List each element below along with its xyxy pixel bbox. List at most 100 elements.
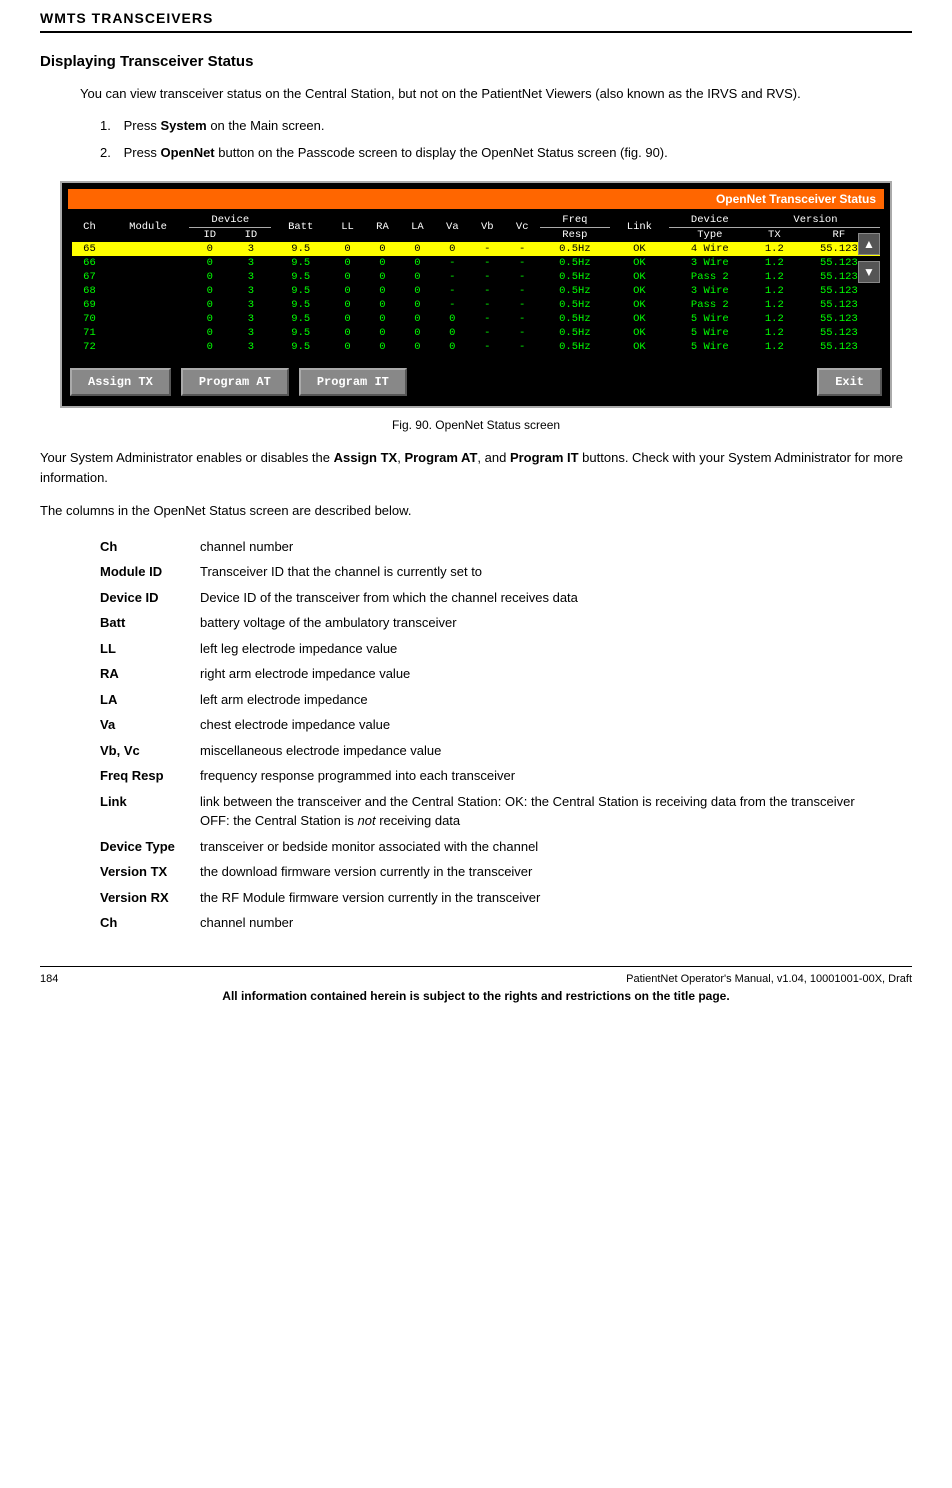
screen-table-wrapper: Ch Module Device Batt LL RA LA Va Vb Vc …: [68, 211, 884, 356]
table-row: 70039.50000--0.5HzOK5 Wire1.255.123: [72, 312, 880, 326]
definition-term: LL: [100, 636, 200, 662]
table-cell: [107, 284, 189, 298]
table-cell: 9.5: [271, 312, 330, 326]
table-cell: -: [435, 298, 470, 312]
table-cell: 3 Wire: [669, 284, 751, 298]
table-cell: -: [505, 340, 540, 354]
col-dev-id: ID: [189, 227, 230, 242]
body-bold-program-it: Program IT: [510, 450, 579, 465]
table-cell: -: [505, 256, 540, 270]
table-cell: 0: [330, 242, 365, 256]
table-cell: 0.5Hz: [540, 284, 610, 298]
definition-desc: left leg electrode impedance value: [200, 636, 892, 662]
assign-tx-button[interactable]: Assign TX: [70, 368, 171, 396]
table-cell: 3: [230, 284, 271, 298]
table-cell: -: [505, 284, 540, 298]
doc-reference: PatientNet Operator's Manual, v1.04, 100…: [626, 973, 912, 985]
table-cell: -: [505, 270, 540, 284]
table-cell: 9.5: [271, 242, 330, 256]
table-cell: 0: [400, 340, 435, 354]
table-cell: 0: [365, 242, 400, 256]
table-cell: 0.5Hz: [540, 340, 610, 354]
table-cell: -: [470, 312, 505, 326]
opennet-header-label: OpenNet Transceiver Status: [716, 192, 876, 206]
table-cell: 9.5: [271, 298, 330, 312]
col-version-tx: TX: [751, 227, 798, 242]
col-vb: Vb: [470, 213, 505, 242]
scroll-down-button[interactable]: ▼: [858, 261, 880, 283]
definition-term: LA: [100, 687, 200, 713]
table-cell: OK: [610, 242, 669, 256]
figure-container: OpenNet Transceiver Status Ch Module Dev…: [60, 181, 892, 408]
table-cell: 0.5Hz: [540, 256, 610, 270]
col-device-type: Type: [669, 227, 751, 242]
definition-desc: the RF Module firmware version currently…: [200, 885, 892, 911]
table-cell: 0: [365, 270, 400, 284]
table-cell: -: [435, 256, 470, 270]
table-cell: -: [470, 284, 505, 298]
table-cell: -: [505, 298, 540, 312]
table-cell: 4 Wire: [669, 242, 751, 256]
table-cell: 0: [400, 298, 435, 312]
table-cell: 0: [365, 326, 400, 340]
table-cell: Pass 2: [669, 298, 751, 312]
definition-term: Module ID: [100, 559, 200, 585]
table-cell: 0: [365, 256, 400, 270]
table-cell: -: [505, 312, 540, 326]
table-cell: 0: [330, 312, 365, 326]
table-cell: 0: [189, 340, 230, 354]
definition-term: Link: [100, 789, 200, 834]
table-cell: 0: [400, 270, 435, 284]
table-cell: 70: [72, 312, 107, 326]
definition-desc: link between the transceiver and the Cen…: [200, 789, 892, 834]
col-device-type-group: Device: [669, 213, 751, 228]
step-1-text: Press System on the Main screen.: [124, 118, 325, 133]
col-la: LA: [400, 213, 435, 242]
table-cell: [107, 242, 189, 256]
table-cell: 0: [365, 298, 400, 312]
table-cell: -: [470, 242, 505, 256]
definition-row: LAleft arm electrode impedance: [100, 687, 892, 713]
table-cell: 68: [72, 284, 107, 298]
table-cell: -: [435, 284, 470, 298]
definition-term: Vb, Vc: [100, 738, 200, 764]
table-cell: 0: [189, 256, 230, 270]
table-cell: 0: [365, 312, 400, 326]
definition-row: Linklink between the transceiver and the…: [100, 789, 892, 834]
table-cell: 0: [435, 242, 470, 256]
step-2-num: 2.: [100, 143, 120, 163]
scroll-up-button[interactable]: ▲: [858, 233, 880, 255]
table-cell: 0: [189, 326, 230, 340]
definition-row: Device IDDevice ID of the transceiver fr…: [100, 585, 892, 611]
body-paragraph-2: The columns in the OpenNet Status screen…: [40, 501, 912, 522]
footer-line: 184 PatientNet Operator's Manual, v1.04,…: [40, 966, 912, 985]
disclaimer: All information contained herein is subj…: [40, 989, 912, 1003]
table-cell: 1.2: [751, 284, 798, 298]
header-row-1: Ch Module Device Batt LL RA LA Va Vb Vc …: [72, 213, 880, 228]
table-cell: 3: [230, 270, 271, 284]
table-cell: 69: [72, 298, 107, 312]
table-cell: 0: [189, 284, 230, 298]
table-cell: 9.5: [271, 340, 330, 354]
exit-button[interactable]: Exit: [817, 368, 882, 396]
definition-row: Chchannel number: [100, 910, 892, 936]
table-cell: 55.123: [798, 340, 880, 354]
table-row: 72039.50000--0.5HzOK5 Wire1.255.123: [72, 340, 880, 354]
step-1-num: 1.: [100, 116, 120, 136]
table-cell: 0: [365, 340, 400, 354]
definition-row: Vb, Vcmiscellaneous electrode impedance …: [100, 738, 892, 764]
table-body: 65039.50000--0.5HzOK4 Wire1.255.12366039…: [72, 242, 880, 354]
page-header: WMTS TRANSCEIVERS: [40, 0, 912, 33]
col-vc: Vc: [505, 213, 540, 242]
table-row: 68039.5000---0.5HzOK3 Wire1.255.123: [72, 284, 880, 298]
definition-term: Freq Resp: [100, 763, 200, 789]
page-header-title: WMTS TRANSCEIVERS: [40, 10, 213, 26]
opennet-header-bar: OpenNet Transceiver Status: [68, 189, 884, 209]
scroll-buttons: ▲ ▼: [858, 233, 880, 283]
program-at-button[interactable]: Program AT: [181, 368, 289, 396]
table-cell: 5 Wire: [669, 340, 751, 354]
program-it-button[interactable]: Program IT: [299, 368, 407, 396]
table-cell: [107, 312, 189, 326]
table-cell: OK: [610, 284, 669, 298]
table-cell: 55.123: [798, 312, 880, 326]
